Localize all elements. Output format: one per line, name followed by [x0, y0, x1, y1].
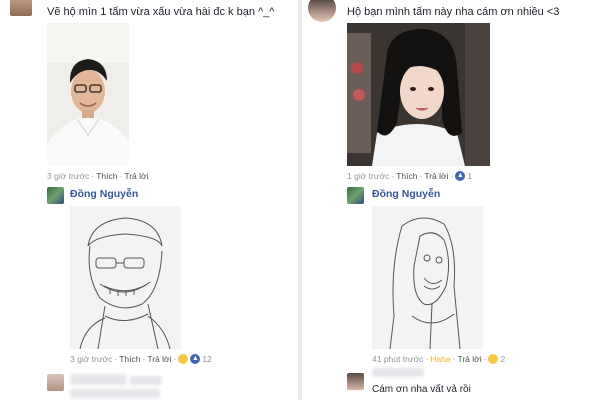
haha-reaction-link[interactable]: Haha: [430, 354, 450, 364]
reaction-count[interactable]: 2: [500, 354, 505, 364]
reply-link[interactable]: Trả lời: [424, 171, 448, 181]
replier-avatar[interactable]: [347, 187, 364, 204]
reply-link[interactable]: Trả lời: [457, 354, 481, 364]
replier-name[interactable]: Đồng Nguyễn: [70, 188, 138, 200]
comment-text: Hộ bạn mình tấm này nha cám ơn nhiều <3: [347, 6, 560, 18]
haha-reaction-icon[interactable]: [178, 354, 189, 364]
like-link[interactable]: Thích: [119, 354, 140, 364]
commenter-avatar[interactable]: [308, 0, 336, 22]
commenter-avatar[interactable]: [47, 374, 64, 391]
like-link[interactable]: Thích: [96, 171, 117, 181]
sketch-photo[interactable]: [372, 206, 483, 349]
comment-text: Cám ơn nha vất vả rồi: [372, 384, 471, 395]
replier-name[interactable]: Đồng Nguyễn: [372, 188, 440, 200]
like-reaction-icon[interactable]: ▲: [190, 354, 201, 364]
like-reaction-icon[interactable]: ▲: [455, 171, 466, 181]
replier-avatar[interactable]: [47, 187, 64, 204]
sketch-photo[interactable]: [70, 206, 181, 349]
reply-meta: 41 phút trước · Haha · Trả lời · 2: [372, 354, 506, 364]
blurred-name: [70, 374, 126, 385]
comment-meta: 1 giờ trước · Thích · Trả lời · ▲ 1: [347, 171, 473, 181]
blurred-name: [372, 368, 424, 377]
haha-reaction-icon[interactable]: [488, 354, 499, 364]
reply-link[interactable]: Trả lời: [147, 354, 171, 364]
timestamp: 3 giờ trước: [47, 171, 90, 181]
right-comment-thread: Hộ bạn mình tấm này nha cám ơn nhiều <3 …: [302, 0, 600, 400]
left-comment-thread: Vẽ hộ mìn 1 tấm vừa xấu vừa hài đc k bạn…: [0, 0, 298, 400]
reply-meta: 3 giờ trước · Thích · Trả lời · ▲ 12: [70, 354, 212, 364]
blurred-name: [130, 376, 162, 385]
reaction-count[interactable]: 1: [467, 171, 472, 181]
timestamp: 41 phút trước: [372, 354, 424, 364]
attached-photo[interactable]: [47, 23, 129, 166]
reaction-count[interactable]: 12: [202, 354, 211, 364]
attached-photo[interactable]: [347, 23, 490, 166]
commenter-avatar[interactable]: [10, 0, 32, 16]
blurred-text: [70, 389, 160, 398]
timestamp: 1 giờ trước: [347, 171, 390, 181]
timestamp: 3 giờ trước: [70, 354, 113, 364]
comment-meta: 3 giờ trước · Thích · Trả lời: [47, 171, 149, 181]
comment-text: Vẽ hộ mìn 1 tấm vừa xấu vừa hài đc k bạn…: [47, 6, 275, 18]
commenter-avatar[interactable]: [347, 373, 364, 390]
reply-link[interactable]: Trả lời: [124, 171, 148, 181]
like-link[interactable]: Thích: [396, 171, 417, 181]
